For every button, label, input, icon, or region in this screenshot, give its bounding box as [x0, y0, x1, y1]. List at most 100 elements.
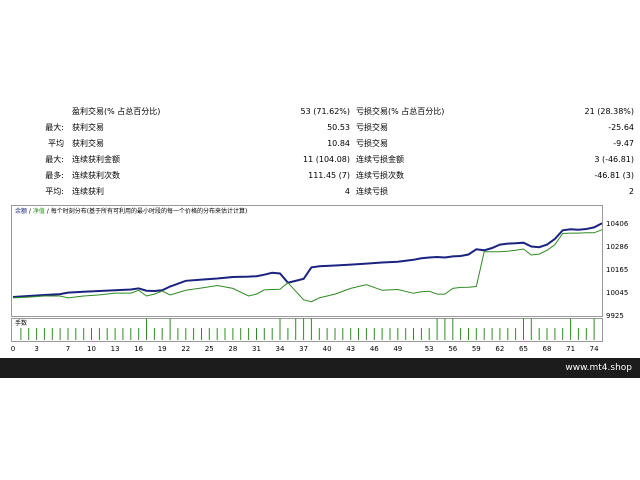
- volume-bar: [43, 328, 45, 340]
- x-tick-label: 68: [542, 345, 552, 353]
- x-tick-label: 10: [87, 345, 96, 353]
- volume-bar: [75, 328, 77, 340]
- volume-bar: [169, 318, 171, 340]
- volume-bar: [177, 328, 179, 340]
- volume-bar: [420, 328, 422, 340]
- x-tick-label: 59: [471, 345, 481, 353]
- x-tick-label: 7: [65, 345, 71, 353]
- y-tick-label: 9925: [606, 312, 624, 320]
- volume-bar: [436, 318, 438, 340]
- x-tick-label: 0: [10, 345, 16, 353]
- x-tick-label: 19: [157, 345, 167, 353]
- volume-bar: [161, 328, 163, 340]
- volume-bar: [36, 328, 38, 340]
- volume-bar: [373, 328, 375, 340]
- volume-bar: [83, 328, 85, 340]
- volume-bar: [515, 328, 517, 340]
- volume-bar: [271, 328, 273, 340]
- volume-bar: [585, 328, 587, 340]
- volume-bar: [318, 328, 320, 340]
- x-tick-label: 46: [369, 345, 379, 353]
- volume-bar: [201, 328, 202, 340]
- volume-bar: [491, 328, 493, 340]
- x-tick-label: 40: [322, 345, 332, 353]
- volume-bar: [240, 328, 242, 340]
- volume-bar: [342, 328, 344, 340]
- x-tick-label: 34: [275, 345, 285, 353]
- balance-line: [12, 222, 603, 298]
- volume-bar: [381, 328, 383, 340]
- y-tick-label: 10286: [606, 243, 629, 252]
- volume-bar: [138, 328, 140, 340]
- volume-bar: [279, 318, 281, 340]
- volume-bar: [122, 328, 124, 340]
- volume-bar: [562, 328, 564, 340]
- volume-bar: [507, 328, 509, 340]
- volume-bar: [256, 328, 257, 340]
- volume-bar: [224, 328, 226, 340]
- volume-bar: [499, 328, 501, 340]
- x-tick-label: 13: [110, 345, 120, 353]
- site-url: www.mt4.shop: [565, 363, 632, 373]
- volume-bar: [523, 318, 524, 340]
- y-tick-label: 10045: [606, 289, 629, 298]
- volume-bar: [28, 328, 30, 340]
- x-tick-label: 74: [589, 345, 599, 353]
- volume-bar: [248, 328, 250, 340]
- volume-bar: [468, 328, 469, 340]
- x-tick-label: 25: [204, 345, 214, 353]
- volume-bar: [153, 328, 155, 340]
- volume-bar: [208, 328, 210, 340]
- volume-bar: [350, 328, 352, 340]
- volume-bar: [397, 328, 399, 340]
- x-tick-label: 71: [566, 345, 576, 353]
- x-tick-label: 53: [424, 345, 434, 353]
- volume-bar: [20, 328, 22, 340]
- volume-bar: [287, 328, 289, 340]
- volume-bar: [59, 328, 61, 340]
- x-tick-label: 62: [495, 345, 505, 353]
- volume-bar: [483, 328, 485, 340]
- volume-bar: [460, 328, 462, 340]
- volume-bar: [193, 328, 195, 340]
- x-tick-label: 56: [448, 345, 458, 353]
- y-tick-label: 10165: [606, 266, 629, 275]
- volume-bar: [67, 328, 69, 340]
- x-tick-label: 22: [181, 345, 191, 353]
- volume-bar: [185, 328, 187, 340]
- volume-bar: [538, 328, 540, 340]
- volume-bar: [452, 318, 454, 340]
- x-tick-label: 43: [346, 345, 356, 353]
- footer-bar: www.mt4.shop: [0, 358, 640, 378]
- volume-bar: [413, 328, 414, 340]
- x-tick-label: 16: [134, 345, 144, 353]
- volume-bar: [554, 328, 556, 340]
- volume-bar: [98, 328, 100, 340]
- volume-bar: [263, 328, 265, 340]
- volume-bar: [295, 318, 297, 340]
- volume-bar: [216, 328, 218, 340]
- x-tick-label: 28: [228, 345, 238, 353]
- volume-bar: [334, 328, 336, 340]
- volume-bar: [530, 318, 532, 340]
- volume-bar: [130, 328, 132, 340]
- volume-bar: [570, 318, 572, 340]
- volume-bar: [475, 328, 477, 340]
- volume-bar: [310, 318, 312, 340]
- y-tick-label: 10406: [606, 220, 629, 229]
- volume-bar: [405, 328, 407, 340]
- x-tick-label: 3: [34, 345, 39, 353]
- volume-bar: [326, 328, 328, 340]
- volume-bar: [358, 328, 359, 340]
- volume-bar: [91, 328, 92, 340]
- volume-bar: [444, 318, 446, 340]
- volume-bar: [546, 328, 548, 340]
- x-tick-label: 37: [299, 345, 309, 353]
- volume-bar: [428, 328, 430, 340]
- volume-bar: [114, 328, 116, 340]
- volume-bar: [51, 328, 53, 340]
- volume-bar: [593, 318, 595, 340]
- volume-bar: [303, 318, 305, 340]
- volume-bar: [389, 328, 391, 340]
- x-tick-label: 65: [519, 345, 528, 353]
